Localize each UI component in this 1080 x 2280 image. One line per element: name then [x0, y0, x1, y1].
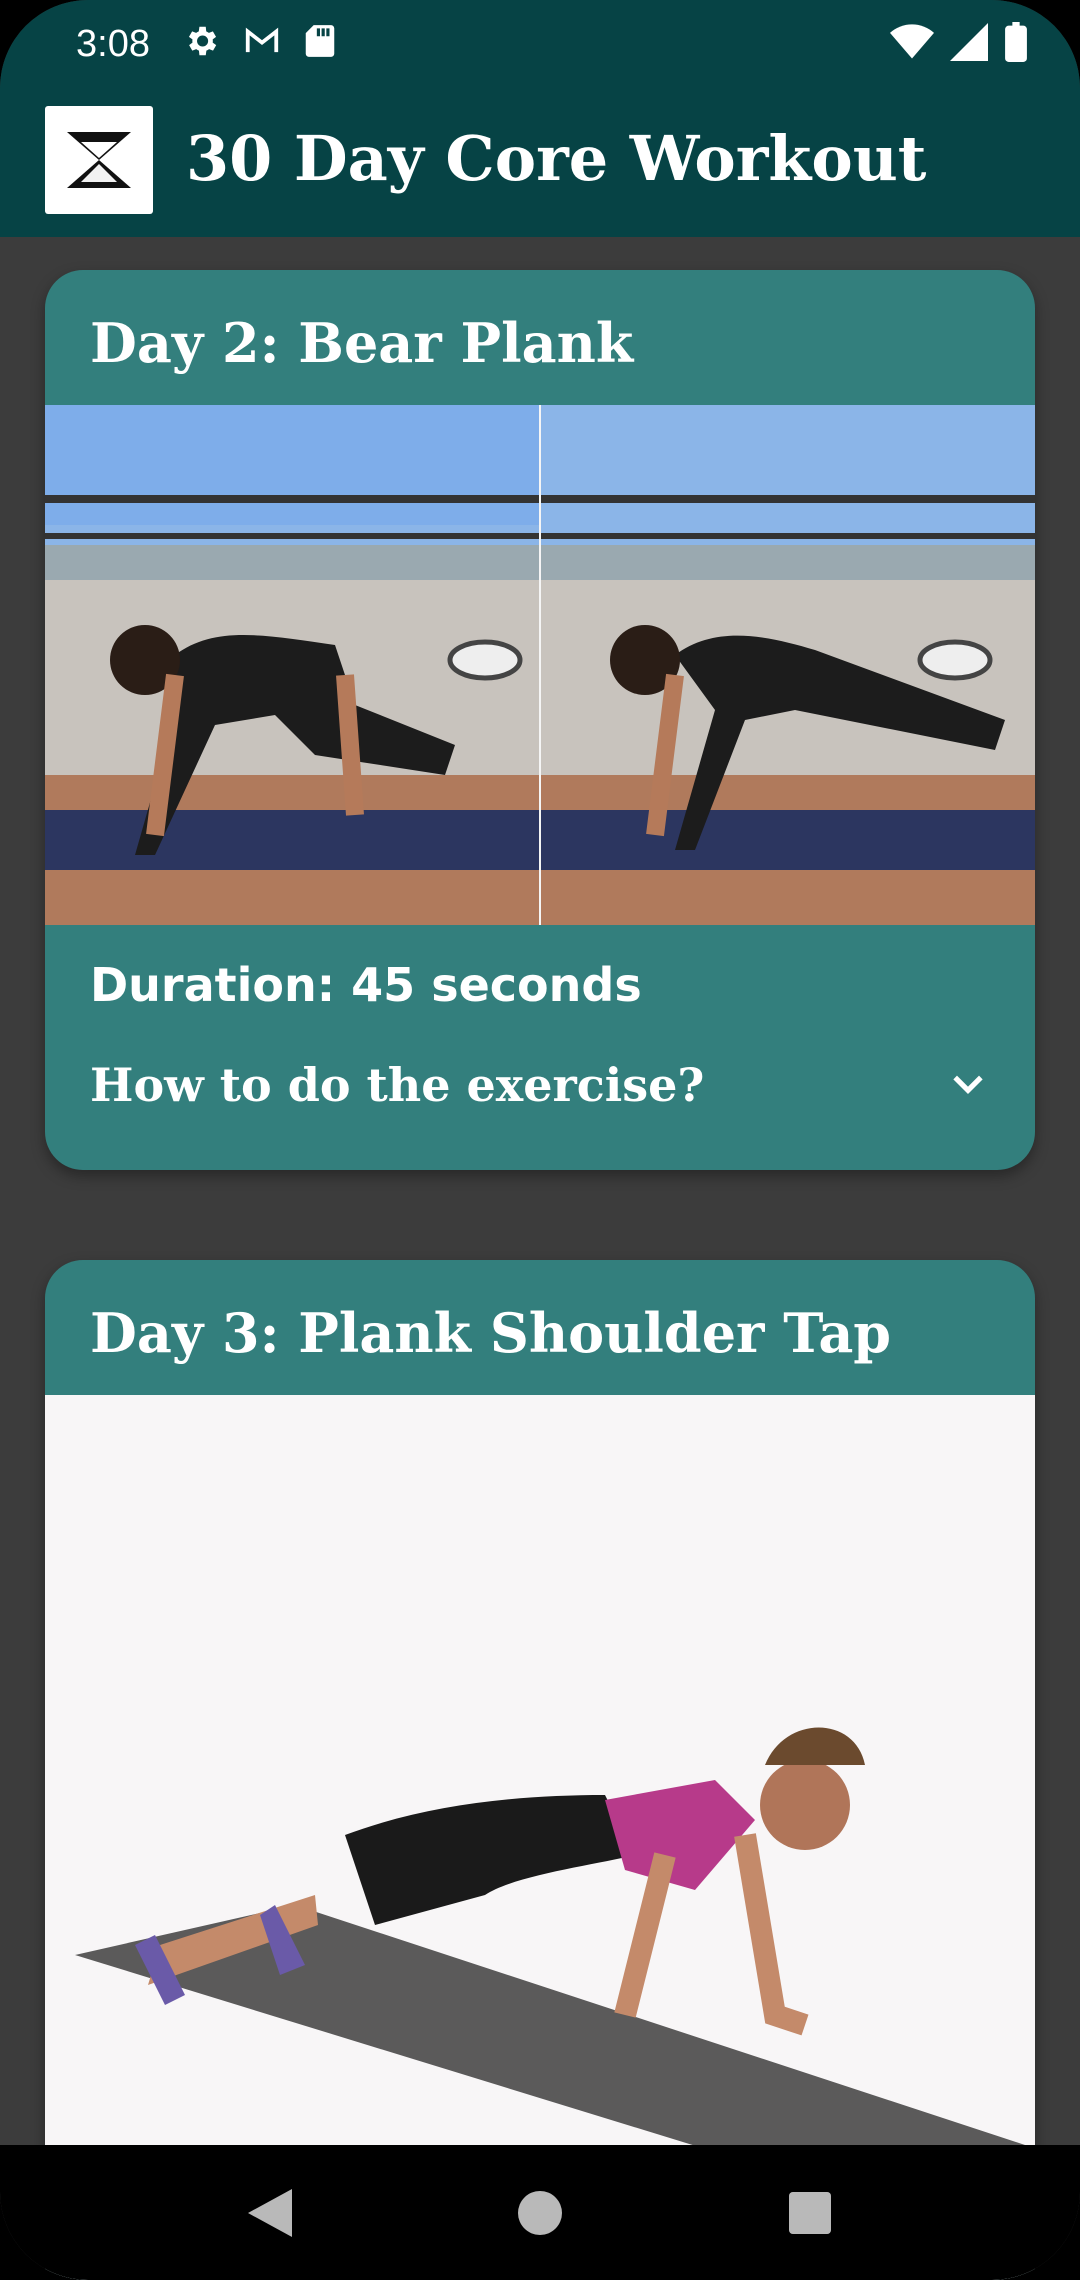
system-nav-bar: [0, 2145, 1080, 2280]
phone-screen: 3:08 30 Day Core Workout Day 2: Bear Pla…: [0, 0, 1080, 2280]
card-title: Day 3: Plank Shoulder Tap: [90, 1301, 892, 1365]
duration-text: Duration: 45 seconds: [90, 958, 642, 1012]
back-triangle-icon[interactable]: [225, 2168, 315, 2258]
status-time: 3:08: [76, 23, 150, 65]
howto-label: How to do the exercise?: [90, 1058, 705, 1112]
howto-expander[interactable]: How to do the exercise?: [90, 1045, 990, 1125]
card-title: Day 2: Bear Plank: [90, 311, 634, 375]
chevron-down-icon[interactable]: [946, 1061, 990, 1109]
workout-card-day-2[interactable]: Day 2: Bear Plank Duration: 45 seconds H…: [45, 270, 1035, 1170]
app-bar: 30 Day Core Workout: [0, 92, 1080, 237]
exercise-image: [45, 405, 1035, 925]
gear-icon: [182, 22, 220, 64]
home-circle-icon[interactable]: [495, 2168, 585, 2258]
status-bar: 3:08: [0, 0, 1080, 92]
app-title: 30 Day Core Workout: [186, 122, 927, 195]
signal-icon: [950, 23, 988, 65]
hourglass-logo-icon: [45, 106, 153, 214]
sd-card-icon: [304, 22, 336, 64]
wifi-icon: [890, 23, 934, 65]
gmail-icon: [242, 22, 282, 64]
workout-card-day-3[interactable]: Day 3: Plank Shoulder Tap: [45, 1260, 1035, 2280]
recents-square-icon[interactable]: [765, 2168, 855, 2258]
battery-icon: [1004, 22, 1028, 66]
